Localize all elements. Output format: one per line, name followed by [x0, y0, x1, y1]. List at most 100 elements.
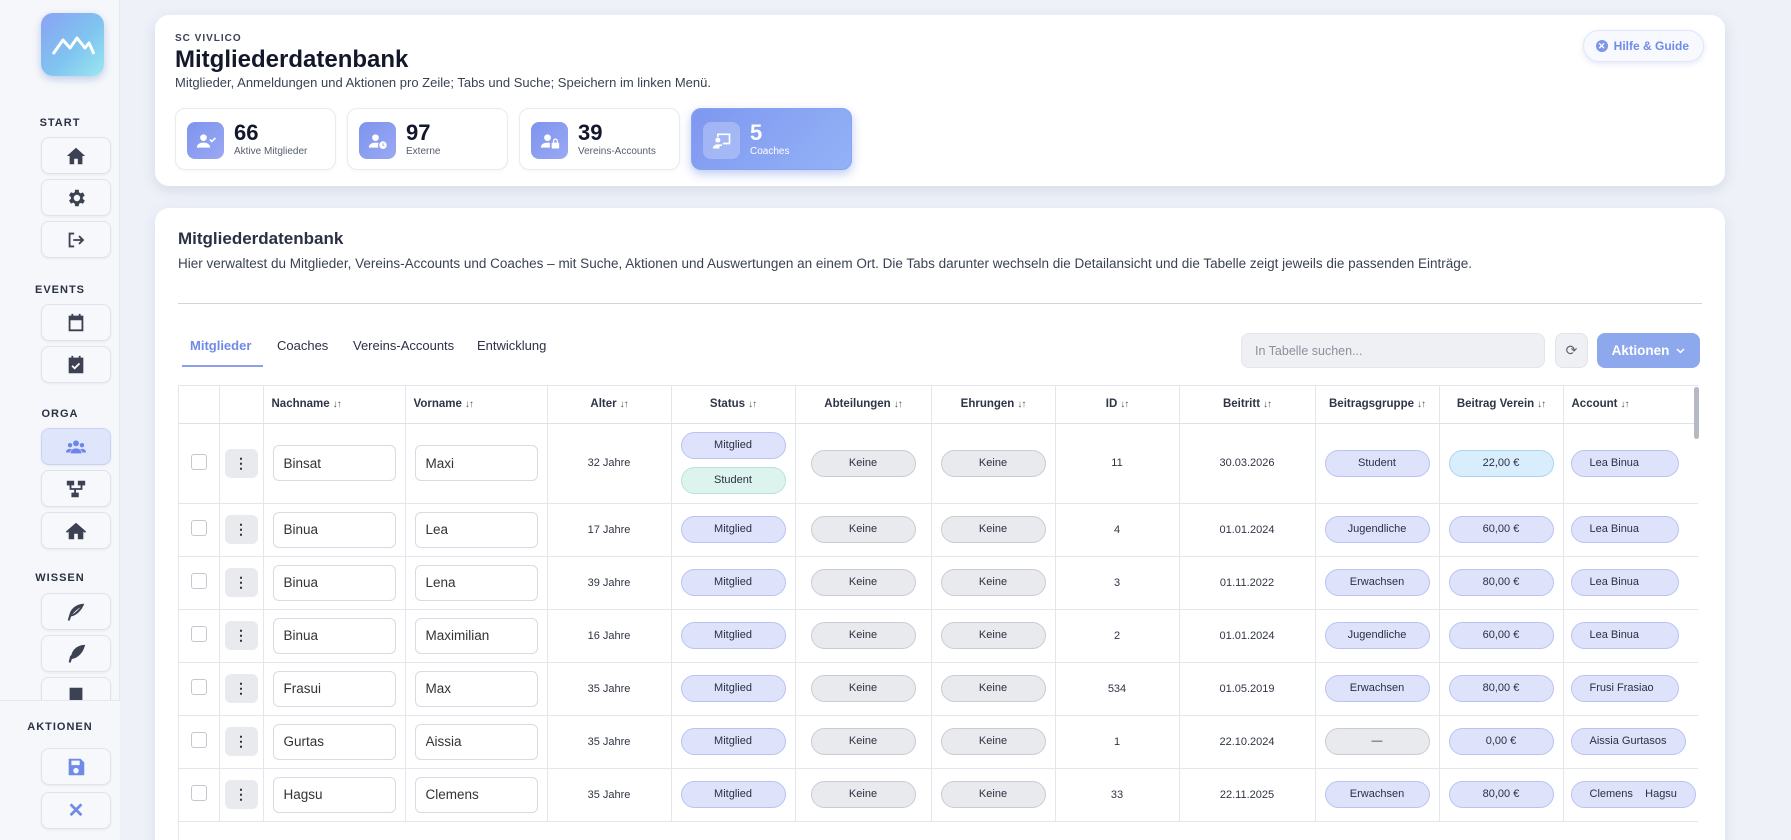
row-checkbox[interactable] [190, 785, 207, 801]
vorname-field[interactable] [414, 776, 538, 813]
header-beitrag-verein[interactable]: Beitrag Verein ↓↑ [1439, 386, 1564, 424]
account-badge[interactable]: Lea Binua [1570, 569, 1679, 596]
vorname-field[interactable] [414, 445, 538, 481]
ehrungen-badge[interactable]: Keine [940, 569, 1046, 596]
status-badge[interactable]: Mitglied [680, 675, 786, 702]
header-status[interactable]: Status ↓↑ [671, 386, 796, 424]
status-badge[interactable]: Mitglied [680, 622, 786, 649]
account-badge[interactable]: Lea Binua [1570, 622, 1679, 649]
save-button[interactable] [41, 748, 111, 785]
row-checkbox[interactable] [190, 626, 207, 642]
tab-mitglieder[interactable]: Mitglieder [190, 338, 251, 353]
beitrag-badge[interactable]: 0,00 € [1448, 728, 1554, 755]
table-row[interactable]: ⋮ 35 Jahre Mitglied Keine Keine 1 22.10.… [179, 715, 1698, 769]
header-account[interactable]: Account ↓↑ [1563, 386, 1698, 424]
home-button[interactable] [41, 137, 111, 174]
vorname-field[interactable] [414, 617, 538, 654]
abteilungen-badge[interactable]: Keine [810, 569, 916, 596]
club-home-button[interactable] [41, 512, 111, 549]
nachname-field[interactable] [272, 617, 396, 654]
account-badge[interactable]: Clemens Hagsu [1570, 781, 1696, 808]
header-abteilungen[interactable]: Abteilungen ↓↑ [795, 386, 932, 424]
actions-dropdown-button[interactable]: Aktionen [1597, 333, 1700, 368]
row-checkbox[interactable] [190, 453, 207, 470]
table-row[interactable]: ⋮ 17 Jahre Mitglied Keine Keine 4 01.01.… [179, 503, 1698, 557]
abteilungen-badge[interactable]: Keine [810, 622, 916, 649]
ehrungen-badge[interactable]: Keine [940, 449, 1046, 477]
ehrungen-badge[interactable]: Keine [940, 622, 1046, 649]
ehrungen-badge[interactable]: Keine [940, 675, 1046, 702]
account-badge[interactable]: Aissia Gurtasos [1570, 728, 1686, 755]
status-badge-student[interactable]: Student [680, 467, 786, 494]
row-menu-button[interactable]: ⋮ [224, 727, 258, 756]
header-id[interactable]: ID ↓↑ [1055, 386, 1180, 424]
close-button[interactable]: ✕ [41, 792, 111, 829]
table-row[interactable]: ⋮ 35 Jahre Mitglied Keine Keine 534 01.0… [179, 662, 1698, 716]
header-vorname[interactable]: Vorname ↓↑ [405, 386, 548, 424]
beitragsgruppe-badge[interactable]: Erwachsen [1324, 675, 1430, 702]
vorname-field[interactable] [414, 564, 538, 601]
row-checkbox[interactable] [190, 520, 207, 536]
members-button[interactable] [41, 428, 111, 465]
status-badge[interactable]: Mitglied [680, 569, 786, 596]
ehrungen-badge[interactable]: Keine [940, 516, 1046, 543]
stat-club-accounts[interactable]: 39 Vereins-Accounts [519, 108, 680, 170]
vorname-field[interactable] [414, 670, 538, 707]
abteilungen-badge[interactable]: Keine [810, 728, 916, 755]
org-structure-button[interactable] [41, 470, 111, 507]
calendar-check-button[interactable] [41, 346, 111, 383]
account-badge[interactable]: Frusi Frasiao [1570, 675, 1679, 702]
beitrag-badge[interactable]: 80,00 € [1448, 781, 1554, 808]
status-badge[interactable]: Mitglied [680, 516, 786, 543]
vorname-field[interactable] [414, 723, 538, 760]
row-menu-button[interactable]: ⋮ [224, 568, 258, 597]
logout-button[interactable] [41, 221, 111, 258]
beitragsgruppe-badge[interactable]: Jugendliche [1324, 516, 1430, 543]
vorname-field[interactable] [414, 511, 538, 548]
nachname-field[interactable] [272, 723, 396, 760]
table-row[interactable]: ⋮ 39 Jahre Mitglied Keine Keine 3 01.11.… [179, 556, 1698, 610]
beitrag-badge[interactable]: 80,00 € [1448, 569, 1554, 596]
beitrag-badge[interactable]: 80,00 € [1448, 675, 1554, 702]
stat-externals[interactable]: 97 Externe [347, 108, 508, 170]
beitragsgruppe-badge[interactable]: Student [1324, 449, 1430, 477]
status-badge[interactable]: Mitglied [680, 432, 786, 459]
header-beitragsgruppe[interactable]: Beitragsgruppe ↓↑ [1315, 386, 1440, 424]
nachname-field[interactable] [272, 776, 396, 813]
tab-entwicklung[interactable]: Entwicklung [477, 338, 546, 353]
table-row[interactable]: ⋮ 16 Jahre Mitglied Keine Keine 2 01.01.… [179, 609, 1698, 663]
table-row[interactable]: ⋮ 35 Jahre Mitglied Keine Keine 33 22.11… [179, 768, 1698, 822]
row-menu-button[interactable]: ⋮ [224, 674, 258, 703]
account-badge[interactable]: Lea Binua [1570, 449, 1679, 477]
status-badge[interactable]: Mitglied [680, 728, 786, 755]
stat-coaches[interactable]: 5 Coaches [691, 108, 852, 170]
knowledge-button-2[interactable] [41, 635, 111, 672]
nachname-field[interactable] [272, 670, 396, 707]
header-ehrungen[interactable]: Ehrungen ↓↑ [931, 386, 1056, 424]
row-checkbox[interactable] [190, 679, 207, 695]
abteilungen-badge[interactable]: Keine [810, 516, 916, 543]
status-badge[interactable]: Mitglied [680, 781, 786, 808]
abteilungen-badge[interactable]: Keine [810, 781, 916, 808]
refresh-button[interactable]: ⟳ [1555, 333, 1588, 368]
tab-coaches[interactable]: Coaches [277, 338, 328, 353]
nachname-field[interactable] [272, 445, 396, 481]
beitragsgruppe-badge[interactable]: Erwachsen [1324, 781, 1430, 808]
beitrag-badge[interactable]: 60,00 € [1448, 622, 1554, 649]
beitrag-badge[interactable]: 22,00 € [1448, 449, 1554, 477]
header-alter[interactable]: Alter ↓↑ [547, 386, 672, 424]
tab-vereins-accounts[interactable]: Vereins-Accounts [353, 338, 454, 353]
ehrungen-badge[interactable]: Keine [940, 781, 1046, 808]
account-badge[interactable]: Lea Binua [1570, 516, 1679, 543]
beitragsgruppe-badge[interactable]: — [1324, 728, 1430, 755]
help-guide-button[interactable]: ✕ Hilfe & Guide [1582, 30, 1704, 62]
knowledge-button-1[interactable] [41, 593, 111, 630]
abteilungen-badge[interactable]: Keine [810, 449, 916, 477]
table-scrollbar[interactable] [1694, 387, 1699, 439]
row-checkbox[interactable] [190, 573, 207, 589]
table-search-input[interactable] [1241, 333, 1545, 368]
row-menu-button[interactable]: ⋮ [224, 780, 258, 809]
calendar-button[interactable] [41, 304, 111, 341]
table-row[interactable]: ⋮ 32 Jahre Mitglied Student Keine Keine 1… [179, 423, 1698, 504]
nachname-field[interactable] [272, 511, 396, 548]
